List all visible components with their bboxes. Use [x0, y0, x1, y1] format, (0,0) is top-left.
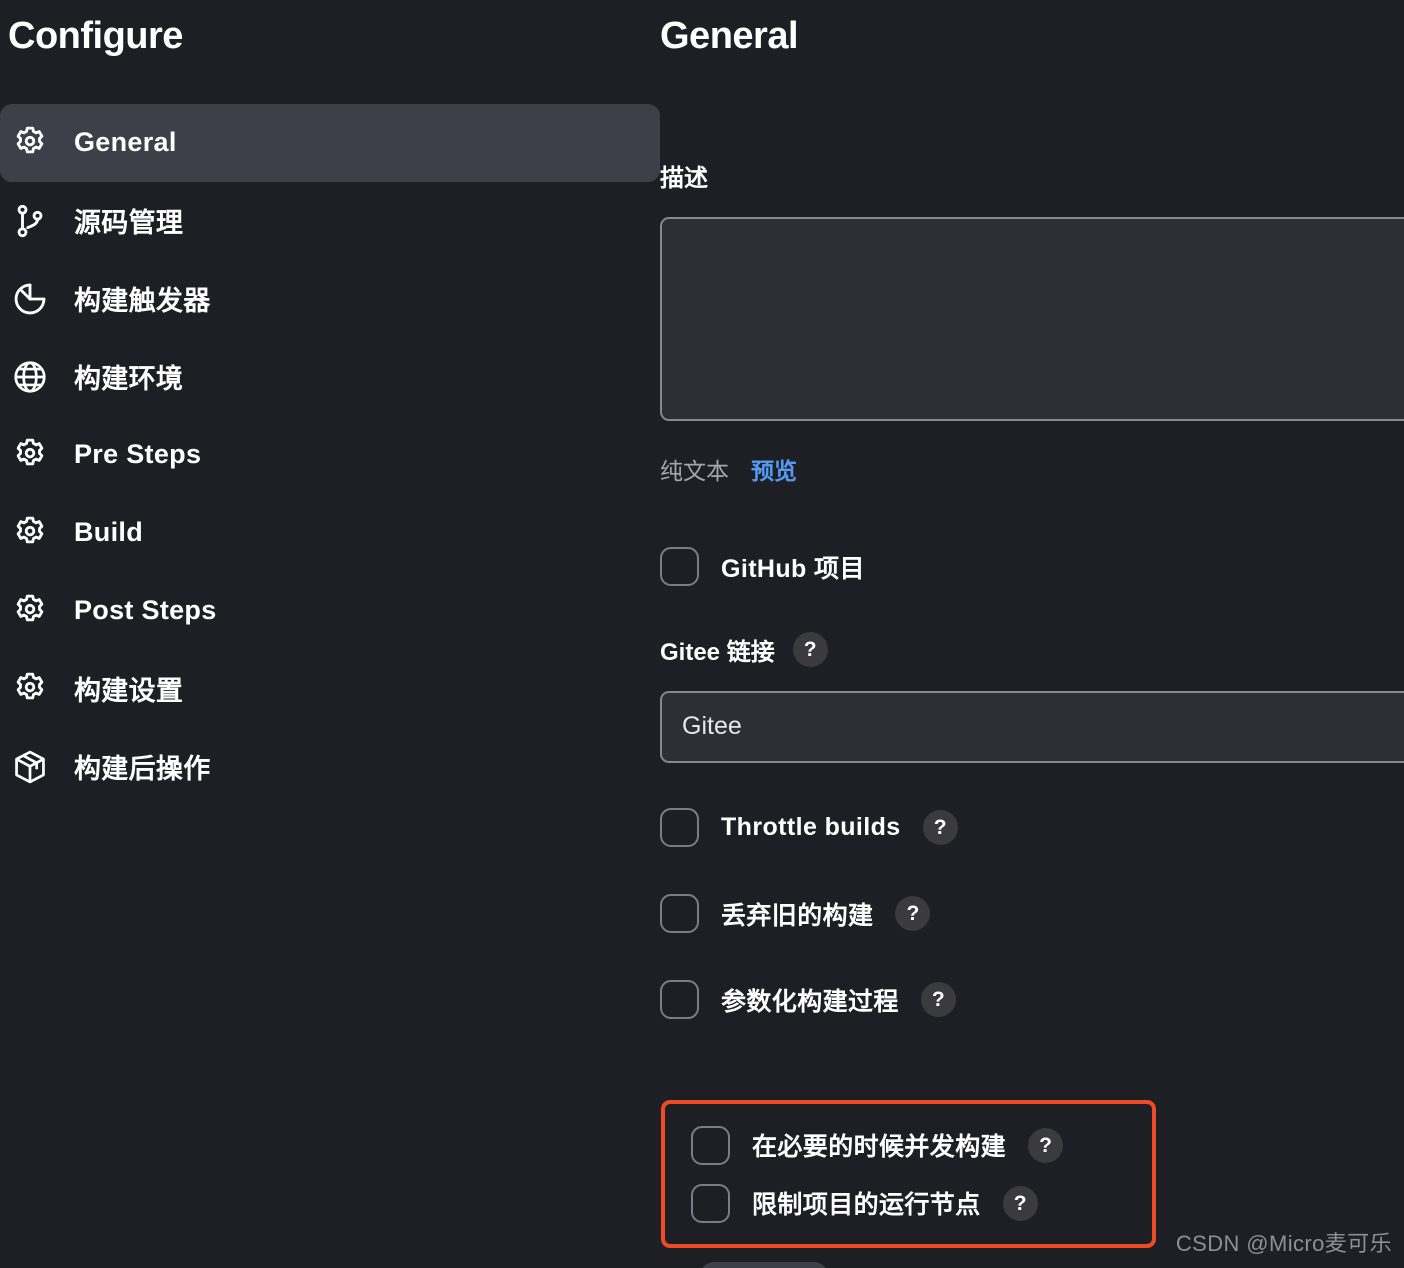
throttle-builds-label: Throttle builds — [721, 813, 901, 842]
help-icon[interactable]: ? — [1002, 1185, 1038, 1221]
sidebar-item-build-triggers[interactable]: 构建触发器 — [0, 260, 660, 338]
help-icon[interactable]: ? — [920, 982, 956, 1018]
parameterized-build-row[interactable]: 参数化构建过程 ? — [660, 969, 1404, 1031]
sidebar: Configure General 源码管理 构建触发器 构建环境 Pre St… — [0, 0, 660, 1268]
gitee-link-input[interactable] — [660, 690, 1404, 763]
description-tools: 纯文本 预览 — [660, 452, 1404, 486]
globe-icon — [10, 357, 50, 397]
restrict-node-row[interactable]: 限制项目的运行节点 ? — [691, 1174, 1152, 1232]
sidebar-item-label: 源码管理 — [74, 208, 184, 239]
discard-old-builds-checkbox[interactable] — [660, 894, 699, 934]
help-icon[interactable]: ? — [1028, 1127, 1064, 1163]
github-project-label: GitHub 项目 — [721, 554, 865, 583]
gitee-link-label-text: Gitee 链接 — [660, 638, 775, 666]
sidebar-item-label: 构建触发器 — [74, 286, 211, 317]
parameterized-build-label: 参数化构建过程 — [721, 987, 899, 1016]
gear-icon — [10, 123, 50, 163]
sidebar-item-general[interactable]: General — [0, 103, 660, 182]
discard-old-builds-row[interactable]: 丢弃旧的构建 ? — [660, 883, 1404, 945]
concurrent-builds-checkbox[interactable] — [691, 1125, 730, 1165]
gear-icon — [10, 435, 50, 475]
gitee-link-label: Gitee 链接 ? — [660, 631, 1404, 667]
sidebar-nav: General 源码管理 构建触发器 构建环境 Pre Steps Build … — [0, 103, 660, 806]
package-icon — [10, 747, 50, 787]
restrict-node-checkbox[interactable] — [691, 1183, 730, 1223]
gear-icon — [10, 591, 50, 631]
gitee-link-block: Gitee 链接 ? — [660, 631, 1404, 763]
page-title: Configure — [8, 15, 183, 57]
concurrent-builds-label: 在必要的时候并发构建 — [752, 1133, 1007, 1161]
sidebar-item-source-code-management[interactable]: 源码管理 — [0, 182, 660, 260]
github-project-row[interactable]: GitHub 项目 — [660, 536, 1404, 598]
git-branch-icon — [10, 201, 50, 241]
throttle-builds-row[interactable]: Throttle builds ? — [660, 797, 1404, 859]
sidebar-item-label: Post Steps — [74, 595, 217, 626]
description-label-text: 描述 — [660, 164, 708, 192]
sidebar-item-post-steps[interactable]: Post Steps — [0, 572, 660, 650]
save-button[interactable] — [700, 1262, 828, 1268]
github-project-checkbox[interactable] — [660, 547, 699, 587]
help-icon[interactable]: ? — [895, 896, 931, 932]
sidebar-item-label: 构建后操作 — [74, 754, 211, 785]
watermark: CSDN @Micro麦可乐 — [1175, 1231, 1392, 1256]
concurrent-builds-row[interactable]: 在必要的时候并发构建 ? — [691, 1116, 1152, 1174]
sidebar-item-build-settings[interactable]: 构建设置 — [0, 650, 660, 728]
throttle-builds-checkbox[interactable] — [660, 808, 699, 848]
plain-text-label: 纯文本 — [660, 457, 729, 484]
discard-old-builds-label: 丢弃旧的构建 — [721, 901, 874, 930]
help-icon[interactable]: ? — [922, 810, 958, 846]
sidebar-item-build-environment[interactable]: 构建环境 — [0, 338, 660, 416]
help-icon[interactable]: ? — [792, 631, 828, 667]
preview-link[interactable]: 预览 — [751, 452, 797, 486]
description-label: 描述 — [660, 158, 1404, 193]
gear-icon — [10, 513, 50, 553]
general-settings-panel: General 描述 纯文本 预览 GitHub 项目 Gitee 链接 ? G… — [660, 0, 1404, 1268]
sidebar-item-label: Build — [74, 517, 143, 548]
restrict-node-label: 限制项目的运行节点 — [752, 1191, 981, 1219]
parameterized-build-checkbox[interactable] — [660, 980, 699, 1020]
configure-page: Configure General 源码管理 构建触发器 构建环境 Pre St… — [0, 0, 1404, 1268]
highlighted-options-group: 在必要的时候并发构建 ? 限制项目的运行节点 ? — [661, 1100, 1156, 1248]
gear-icon — [10, 669, 50, 709]
sidebar-item-label: 构建环境 — [74, 364, 184, 395]
section-title: General — [660, 15, 799, 57]
timer-icon — [10, 279, 50, 319]
sidebar-item-build[interactable]: Build — [0, 494, 660, 572]
sidebar-item-label: Pre Steps — [74, 439, 202, 470]
sidebar-item-pre-steps[interactable]: Pre Steps — [0, 416, 660, 494]
sidebar-item-label: 构建设置 — [74, 676, 184, 707]
sidebar-item-label: General — [74, 127, 177, 158]
description-input[interactable] — [660, 216, 1404, 421]
sidebar-item-post-build-actions[interactable]: 构建后操作 — [0, 728, 660, 806]
